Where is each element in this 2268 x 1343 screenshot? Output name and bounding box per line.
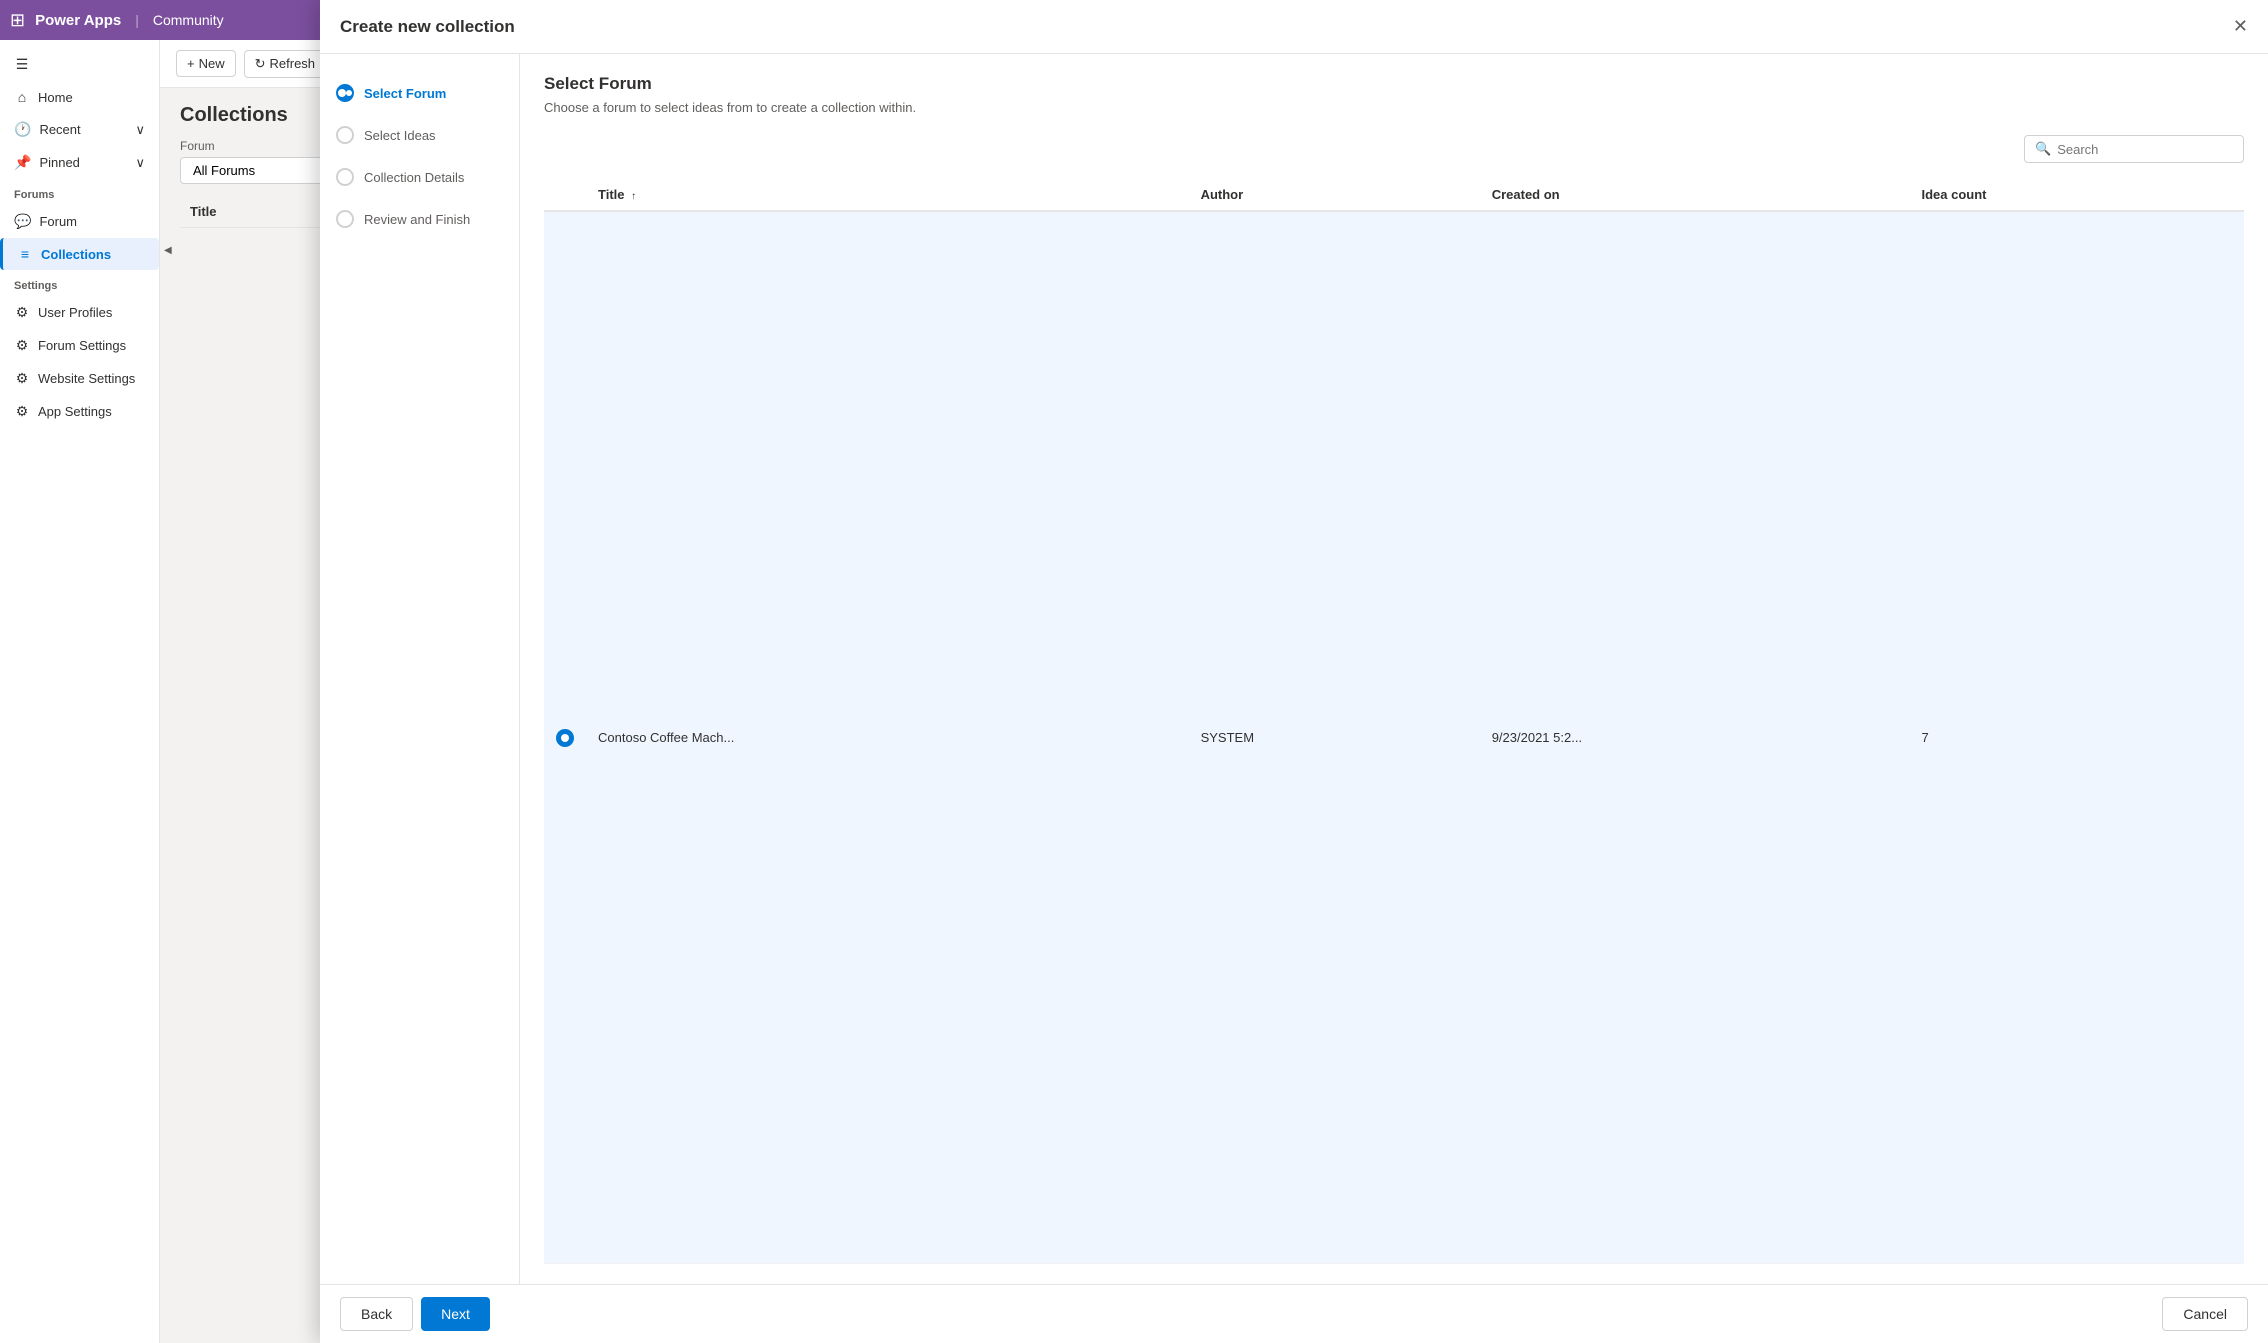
modal: Create new collection ✕ Select Forum Sel… bbox=[320, 0, 2268, 1343]
sidebar-forum-label: Forum bbox=[39, 214, 77, 229]
col-title-header[interactable]: Title ↑ bbox=[586, 179, 1189, 211]
home-icon: ⌂ bbox=[14, 89, 30, 105]
row-radio-selected[interactable] bbox=[556, 729, 574, 747]
topbar-separator: | bbox=[135, 12, 139, 28]
sidebar-item-home[interactable]: ⌂ Home bbox=[0, 81, 159, 113]
new-button[interactable]: + New bbox=[176, 50, 236, 77]
wizard-content: Select Forum Choose a forum to select id… bbox=[520, 54, 2268, 1284]
sidebar-forum-settings-label: Forum Settings bbox=[38, 338, 126, 353]
forums-section-label: Forums bbox=[0, 179, 159, 205]
sidebar-item-forum[interactable]: 💬 Forum bbox=[0, 205, 159, 238]
wizard-steps: Select Forum Select Ideas Collection Det… bbox=[320, 54, 520, 1284]
wizard-step-select-ideas[interactable]: Select Ideas bbox=[320, 116, 519, 154]
wizard-step-collection-details[interactable]: Collection Details bbox=[320, 158, 519, 196]
cancel-button[interactable]: Cancel bbox=[2162, 1297, 2248, 1331]
modal-body: Select Forum Select Ideas Collection Det… bbox=[320, 54, 2268, 1284]
scroll-left-icon[interactable]: ◀ bbox=[164, 245, 172, 256]
sidebar-home-label: Home bbox=[38, 90, 73, 105]
col-idea-count-header: Idea count bbox=[1909, 179, 2244, 211]
step-circle-select-ideas bbox=[336, 126, 354, 144]
pinned-icon: 📌 bbox=[14, 154, 31, 171]
sidebar-user-profiles-label: User Profiles bbox=[38, 305, 112, 320]
settings-section-label: Settings bbox=[0, 270, 159, 296]
website-settings-icon: ⚙ bbox=[14, 370, 30, 387]
grid-icon[interactable]: ⊞ bbox=[10, 10, 25, 31]
row-title: Contoso Coffee Mach... bbox=[586, 211, 1189, 1264]
new-icon: + bbox=[187, 56, 195, 71]
wizard-step-select-forum[interactable]: Select Forum bbox=[320, 74, 519, 112]
wizard-step-review-finish[interactable]: Review and Finish bbox=[320, 200, 519, 238]
sidebar-recent-label: Recent bbox=[39, 122, 80, 137]
sidebar-item-user-profiles[interactable]: ⚙ User Profiles bbox=[0, 296, 159, 329]
sidebar-app-settings-label: App Settings bbox=[38, 404, 112, 419]
row-author: SYSTEM bbox=[1189, 211, 1480, 1264]
step-label-review-finish: Review and Finish bbox=[364, 212, 470, 227]
new-label: New bbox=[199, 56, 225, 71]
next-button[interactable]: Next bbox=[421, 1297, 490, 1331]
sidebar-item-app-settings[interactable]: ⚙ App Settings bbox=[0, 395, 159, 428]
row-radio-cell[interactable] bbox=[544, 211, 586, 1264]
sidebar-item-forum-settings[interactable]: ⚙ Forum Settings bbox=[0, 329, 159, 362]
menu-icon: ☰ bbox=[14, 56, 30, 73]
sidebar-item-pinned[interactable]: 📌 Pinned ∨ bbox=[0, 146, 159, 179]
search-icon: 🔍 bbox=[2035, 141, 2051, 157]
sidebar-item-collections[interactable]: ≡ Collections bbox=[0, 238, 159, 270]
pinned-arrow-icon: ∨ bbox=[135, 155, 145, 171]
step-label-select-forum: Select Forum bbox=[364, 86, 446, 101]
sidebar-website-settings-label: Website Settings bbox=[38, 371, 135, 386]
app-settings-icon: ⚙ bbox=[14, 403, 30, 420]
sidebar: ☰ ⌂ Home 🕐 Recent ∨ 📌 Pinned ∨ Forums 💬 … bbox=[0, 40, 160, 1343]
col-created-on-header: Created on bbox=[1480, 179, 1910, 211]
sidebar-item-recent[interactable]: 🕐 Recent ∨ bbox=[0, 113, 159, 146]
sidebar-item-website-settings[interactable]: ⚙ Website Settings bbox=[0, 362, 159, 395]
forum-table: Title ↑ Author Created on Idea count Con… bbox=[544, 179, 2244, 1264]
section-desc: Choose a forum to select ideas from to c… bbox=[544, 100, 2244, 115]
community-label: Community bbox=[153, 12, 224, 28]
modal-footer: Back Next Cancel bbox=[320, 1284, 2268, 1343]
brand-label: Power Apps bbox=[35, 12, 121, 29]
footer-left: Back Next bbox=[340, 1297, 490, 1331]
row-created-on: 9/23/2021 5:2... bbox=[1480, 211, 1910, 1264]
col-author-header: Author bbox=[1189, 179, 1480, 211]
recent-icon: 🕐 bbox=[14, 121, 31, 138]
refresh-label: Refresh bbox=[270, 56, 316, 71]
forum-settings-icon: ⚙ bbox=[14, 337, 30, 354]
row-idea-count: 7 bbox=[1909, 211, 2244, 1264]
section-title: Select Forum bbox=[544, 74, 2244, 94]
user-profiles-icon: ⚙ bbox=[14, 304, 30, 321]
sidebar-pinned-label: Pinned bbox=[39, 155, 79, 170]
title-sort-icon: ↑ bbox=[631, 191, 636, 202]
step-circle-review-finish bbox=[336, 210, 354, 228]
forum-table-row[interactable]: Contoso Coffee Mach... SYSTEM 9/23/2021 … bbox=[544, 211, 2244, 1264]
forum-icon: 💬 bbox=[14, 213, 31, 230]
sidebar-item-menu[interactable]: ☰ bbox=[0, 48, 159, 81]
forum-select[interactable]: All Forums bbox=[180, 157, 340, 184]
modal-title: Create new collection bbox=[340, 17, 515, 37]
step-label-select-ideas: Select Ideas bbox=[364, 128, 436, 143]
refresh-button[interactable]: ↻ Refresh bbox=[244, 50, 326, 78]
modal-header: Create new collection ✕ bbox=[320, 0, 2268, 54]
step-label-collection-details: Collection Details bbox=[364, 170, 464, 185]
col-radio-header bbox=[544, 179, 586, 211]
step-circle-select-forum bbox=[336, 84, 354, 102]
search-input[interactable] bbox=[2057, 142, 2233, 157]
refresh-icon: ↻ bbox=[255, 56, 266, 72]
sidebar-collections-label: Collections bbox=[41, 247, 111, 262]
modal-close-button[interactable]: ✕ bbox=[2233, 16, 2248, 37]
recent-arrow-icon: ∨ bbox=[135, 122, 145, 138]
step-circle-collection-details bbox=[336, 168, 354, 186]
back-button[interactable]: Back bbox=[340, 1297, 413, 1331]
collections-icon: ≡ bbox=[17, 246, 33, 262]
search-bar[interactable]: 🔍 bbox=[2024, 135, 2244, 163]
